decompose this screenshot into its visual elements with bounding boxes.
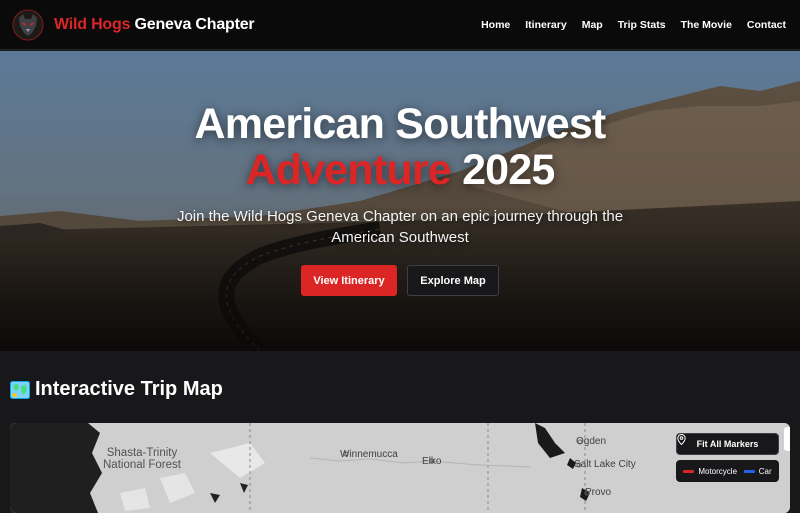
map-zoom-control[interactable] bbox=[784, 427, 790, 451]
map-legend: Motorcycle Car bbox=[676, 460, 779, 482]
map-section-title: Interactive Trip Map bbox=[10, 378, 223, 401]
nav-contact[interactable]: Contact bbox=[747, 19, 786, 31]
brand-rest: Geneva Chapter bbox=[130, 15, 255, 33]
map-label-winnemucca: Winnemucca bbox=[340, 449, 398, 460]
hero-title-year: 2025 bbox=[450, 146, 555, 194]
legend-label-motorcycle: Motorcycle bbox=[698, 466, 738, 476]
hero-title-line1: American Southwest bbox=[194, 100, 607, 148]
wolf-emblem-icon[interactable] bbox=[12, 9, 44, 41]
map-label-provo: Provo bbox=[585, 487, 612, 498]
map-section-title-text: Interactive Trip Map bbox=[35, 378, 223, 400]
fit-all-markers-button[interactable]: Fit All Markers bbox=[676, 433, 779, 455]
legend-item-car: Car bbox=[743, 466, 772, 476]
hero-subtitle: Join the Wild Hogs Geneva Chapter on an … bbox=[176, 208, 624, 246]
top-navbar: Wild Hogs Geneva Chapter Home Itinerary … bbox=[0, 0, 800, 50]
map-label-elko: Elko bbox=[422, 456, 442, 467]
world-map-icon bbox=[10, 380, 30, 399]
nav-trip-stats[interactable]: Trip Stats bbox=[618, 19, 666, 31]
brand-accent: Wild Hogs bbox=[54, 15, 131, 33]
nav-home[interactable]: Home bbox=[481, 19, 510, 31]
location-pin-icon bbox=[677, 434, 686, 445]
nav-itinerary[interactable]: Itinerary bbox=[525, 19, 566, 31]
hero-section: American Southwest Adventure 2025 Join t… bbox=[0, 51, 800, 351]
map-label-forest: Shasta-Trinity National Forest bbox=[103, 447, 181, 471]
hero-title: American Southwest Adventure 2025 bbox=[0, 101, 800, 193]
fit-all-markers-label: Fit All Markers bbox=[696, 439, 759, 449]
brand-title[interactable]: Wild Hogs Geneva Chapter bbox=[54, 15, 255, 34]
hero-title-accent: Adventure bbox=[245, 146, 451, 194]
nav-map[interactable]: Map bbox=[582, 19, 603, 31]
legend-swatch-car bbox=[743, 469, 755, 473]
nav-the-movie[interactable]: The Movie bbox=[681, 19, 732, 31]
map-label-ogden: Ogden bbox=[576, 436, 607, 447]
legend-swatch-motorcycle bbox=[683, 469, 695, 473]
map-label-salt-lake-city: Salt Lake City bbox=[574, 459, 636, 470]
legend-label-car: Car bbox=[758, 466, 772, 476]
legend-item-motorcycle: Motorcycle bbox=[683, 467, 737, 476]
main-nav: Home Itinerary Map Trip Stats The Movie … bbox=[481, 19, 788, 31]
hero-content: American Southwest Adventure 2025 Join t… bbox=[0, 51, 800, 351]
explore-map-button[interactable]: Explore Map bbox=[407, 265, 499, 296]
view-itinerary-button[interactable]: View Itinerary bbox=[301, 265, 397, 296]
